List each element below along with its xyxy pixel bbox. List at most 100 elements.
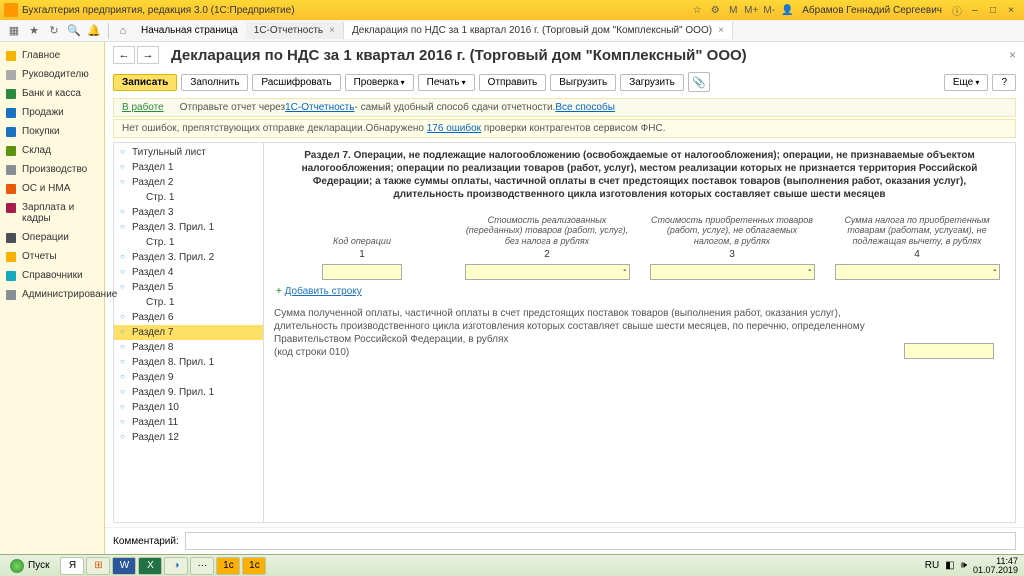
decode-button[interactable]: Расшифровать <box>252 74 340 91</box>
taskbar-item[interactable]: ◑ <box>164 557 188 575</box>
section-tree[interactable]: Титульный листРаздел 1Раздел 2Стр. 1Разд… <box>114 143 264 522</box>
nav-hr[interactable]: Зарплата и кадры <box>0 198 104 228</box>
taskbar: Пуск Я ⊞ W X ◑ ··· 1c 1c RU ◧ 🕪 11:4701.… <box>0 554 1024 576</box>
tree-item[interactable]: Раздел 3 <box>114 205 263 220</box>
errors-link[interactable]: 176 ошибок <box>427 123 481 134</box>
more-button[interactable]: Еще <box>944 74 989 91</box>
print-button[interactable]: Печать <box>418 74 475 91</box>
clock[interactable]: 11:4701.07.2019 <box>973 557 1018 575</box>
tree-item[interactable]: Раздел 9. Прил. 1 <box>114 385 263 400</box>
tray-icon[interactable]: 🕪 <box>961 560 967 571</box>
tree-item[interactable]: Раздел 12 <box>114 430 263 445</box>
nav-operations[interactable]: Операции <box>0 228 104 247</box>
start-orb-icon <box>10 559 24 573</box>
tree-item[interactable]: Раздел 8 <box>114 340 263 355</box>
tab-declaration[interactable]: Декларация по НДС за 1 квартал 2016 г. (… <box>344 22 733 39</box>
attach-icon[interactable]: 📎 <box>688 72 710 92</box>
nav-purchases[interactable]: Покупки <box>0 122 104 141</box>
write-button[interactable]: Записать <box>113 74 177 91</box>
comment-input[interactable] <box>185 532 1016 550</box>
nav-assets[interactable]: ОС и НМА <box>0 179 104 198</box>
nav-bank[interactable]: Банк и касса <box>0 84 104 103</box>
tab-close-icon[interactable]: × <box>718 25 724 36</box>
nav-main[interactable]: Главное <box>0 46 104 65</box>
add-row-link[interactable]: + Добавить строку <box>276 286 1005 297</box>
tree-item[interactable]: Раздел 6 <box>114 310 263 325</box>
home-icon[interactable]: ⌂ <box>113 22 133 40</box>
nav-directories[interactable]: Справочники <box>0 266 104 285</box>
tray-icon[interactable]: ◧ <box>945 560 954 571</box>
lang-indicator[interactable]: RU <box>925 560 939 571</box>
info-icon[interactable]: ⓘ <box>950 3 964 17</box>
section-title: Раздел 7. Операции, не подлежащие налого… <box>290 149 990 201</box>
tb-icon[interactable]: ☆ <box>690 3 704 17</box>
tb-m-icon[interactable]: M+ <box>744 3 758 17</box>
nav-production[interactable]: Производство <box>0 160 104 179</box>
nav-admin[interactable]: Администрирование <box>0 285 104 304</box>
send-button[interactable]: Отправить <box>479 74 547 91</box>
fill-button[interactable]: Заполнить <box>181 74 248 91</box>
tab-close-icon[interactable]: × <box>329 25 335 36</box>
tree-item[interactable]: Раздел 9 <box>114 370 263 385</box>
maximize-button[interactable]: □ <box>984 5 1002 16</box>
tree-item[interactable]: Раздел 1 <box>114 160 263 175</box>
taskbar-item[interactable]: ··· <box>190 557 214 575</box>
back-button[interactable]: ← <box>113 46 135 64</box>
tree-item[interactable]: Стр. 1 <box>114 295 263 310</box>
tree-item[interactable]: Стр. 1 <box>114 190 263 205</box>
form-area: Раздел 7. Операции, не подлежащие налого… <box>264 143 1015 522</box>
status-link[interactable]: В работе <box>122 102 164 113</box>
all-methods-link[interactable]: Все способы <box>555 102 615 113</box>
value-input[interactable]: - <box>835 264 1000 280</box>
left-nav: Главное Руководителю Банк и касса Продаж… <box>0 42 105 554</box>
taskbar-item[interactable]: W <box>112 557 136 575</box>
page-header: ← → Декларация по НДС за 1 квартал 2016 … <box>105 42 1024 70</box>
tree-item[interactable]: Раздел 3. Прил. 1 <box>114 220 263 235</box>
code-input[interactable] <box>322 264 402 280</box>
tree-item[interactable]: Раздел 3. Прил. 2 <box>114 250 263 265</box>
page-close-button[interactable]: × <box>1009 48 1016 62</box>
tree-item[interactable]: Раздел 10 <box>114 400 263 415</box>
nav-manager[interactable]: Руководителю <box>0 65 104 84</box>
taskbar-item[interactable]: 1c <box>216 557 240 575</box>
minimize-button[interactable]: – <box>966 5 984 16</box>
tree-item[interactable]: Раздел 2 <box>114 175 263 190</box>
taskbar-item[interactable]: 1c <box>242 557 266 575</box>
nav-warehouse[interactable]: Склад <box>0 141 104 160</box>
nav-reports[interactable]: Отчеты <box>0 247 104 266</box>
tb-m-icon[interactable]: M- <box>762 3 776 17</box>
sum-input[interactable] <box>904 343 994 359</box>
tree-item[interactable]: Раздел 7 <box>114 325 263 340</box>
reporting-link[interactable]: 1С-Отчетность <box>285 102 354 113</box>
value-input[interactable]: - <box>650 264 815 280</box>
taskbar-item[interactable]: X <box>138 557 162 575</box>
tb-m-icon[interactable]: M <box>726 3 740 17</box>
start-button[interactable]: Пуск <box>0 559 59 573</box>
search-icon[interactable]: 🔍 <box>64 22 84 40</box>
taskbar-item[interactable]: Я <box>60 557 84 575</box>
bell-icon[interactable]: 🔔 <box>84 22 104 40</box>
apps-icon[interactable]: ▦ <box>4 22 24 40</box>
tab-reporting[interactable]: 1С-Отчетность× <box>246 22 344 39</box>
close-button[interactable]: × <box>1002 5 1020 16</box>
tab-home[interactable]: Начальная страница <box>133 22 246 39</box>
tree-item[interactable]: Титульный лист <box>114 145 263 160</box>
taskbar-item[interactable]: ⊞ <box>86 557 110 575</box>
window-title: Бухгалтерия предприятия, редакция 3.0 (1… <box>22 5 295 16</box>
nav-sales[interactable]: Продажи <box>0 103 104 122</box>
export-button[interactable]: Выгрузить <box>550 74 616 91</box>
top-toolbar: ▦ ★ ↻ 🔍 🔔 ⌂ Начальная страница 1С-Отчетн… <box>0 20 1024 42</box>
tree-item[interactable]: Стр. 1 <box>114 235 263 250</box>
help-button[interactable]: ? <box>992 74 1016 91</box>
import-button[interactable]: Загрузить <box>620 74 684 91</box>
tree-item[interactable]: Раздел 5 <box>114 280 263 295</box>
tb-icon[interactable]: ⚙ <box>708 3 722 17</box>
history-icon[interactable]: ↻ <box>44 22 64 40</box>
tree-item[interactable]: Раздел 8. Прил. 1 <box>114 355 263 370</box>
tree-item[interactable]: Раздел 4 <box>114 265 263 280</box>
forward-button[interactable]: → <box>137 46 159 64</box>
check-button[interactable]: Проверка <box>345 74 414 91</box>
star-icon[interactable]: ★ <box>24 22 44 40</box>
tree-item[interactable]: Раздел 11 <box>114 415 263 430</box>
value-input[interactable]: - <box>465 264 630 280</box>
